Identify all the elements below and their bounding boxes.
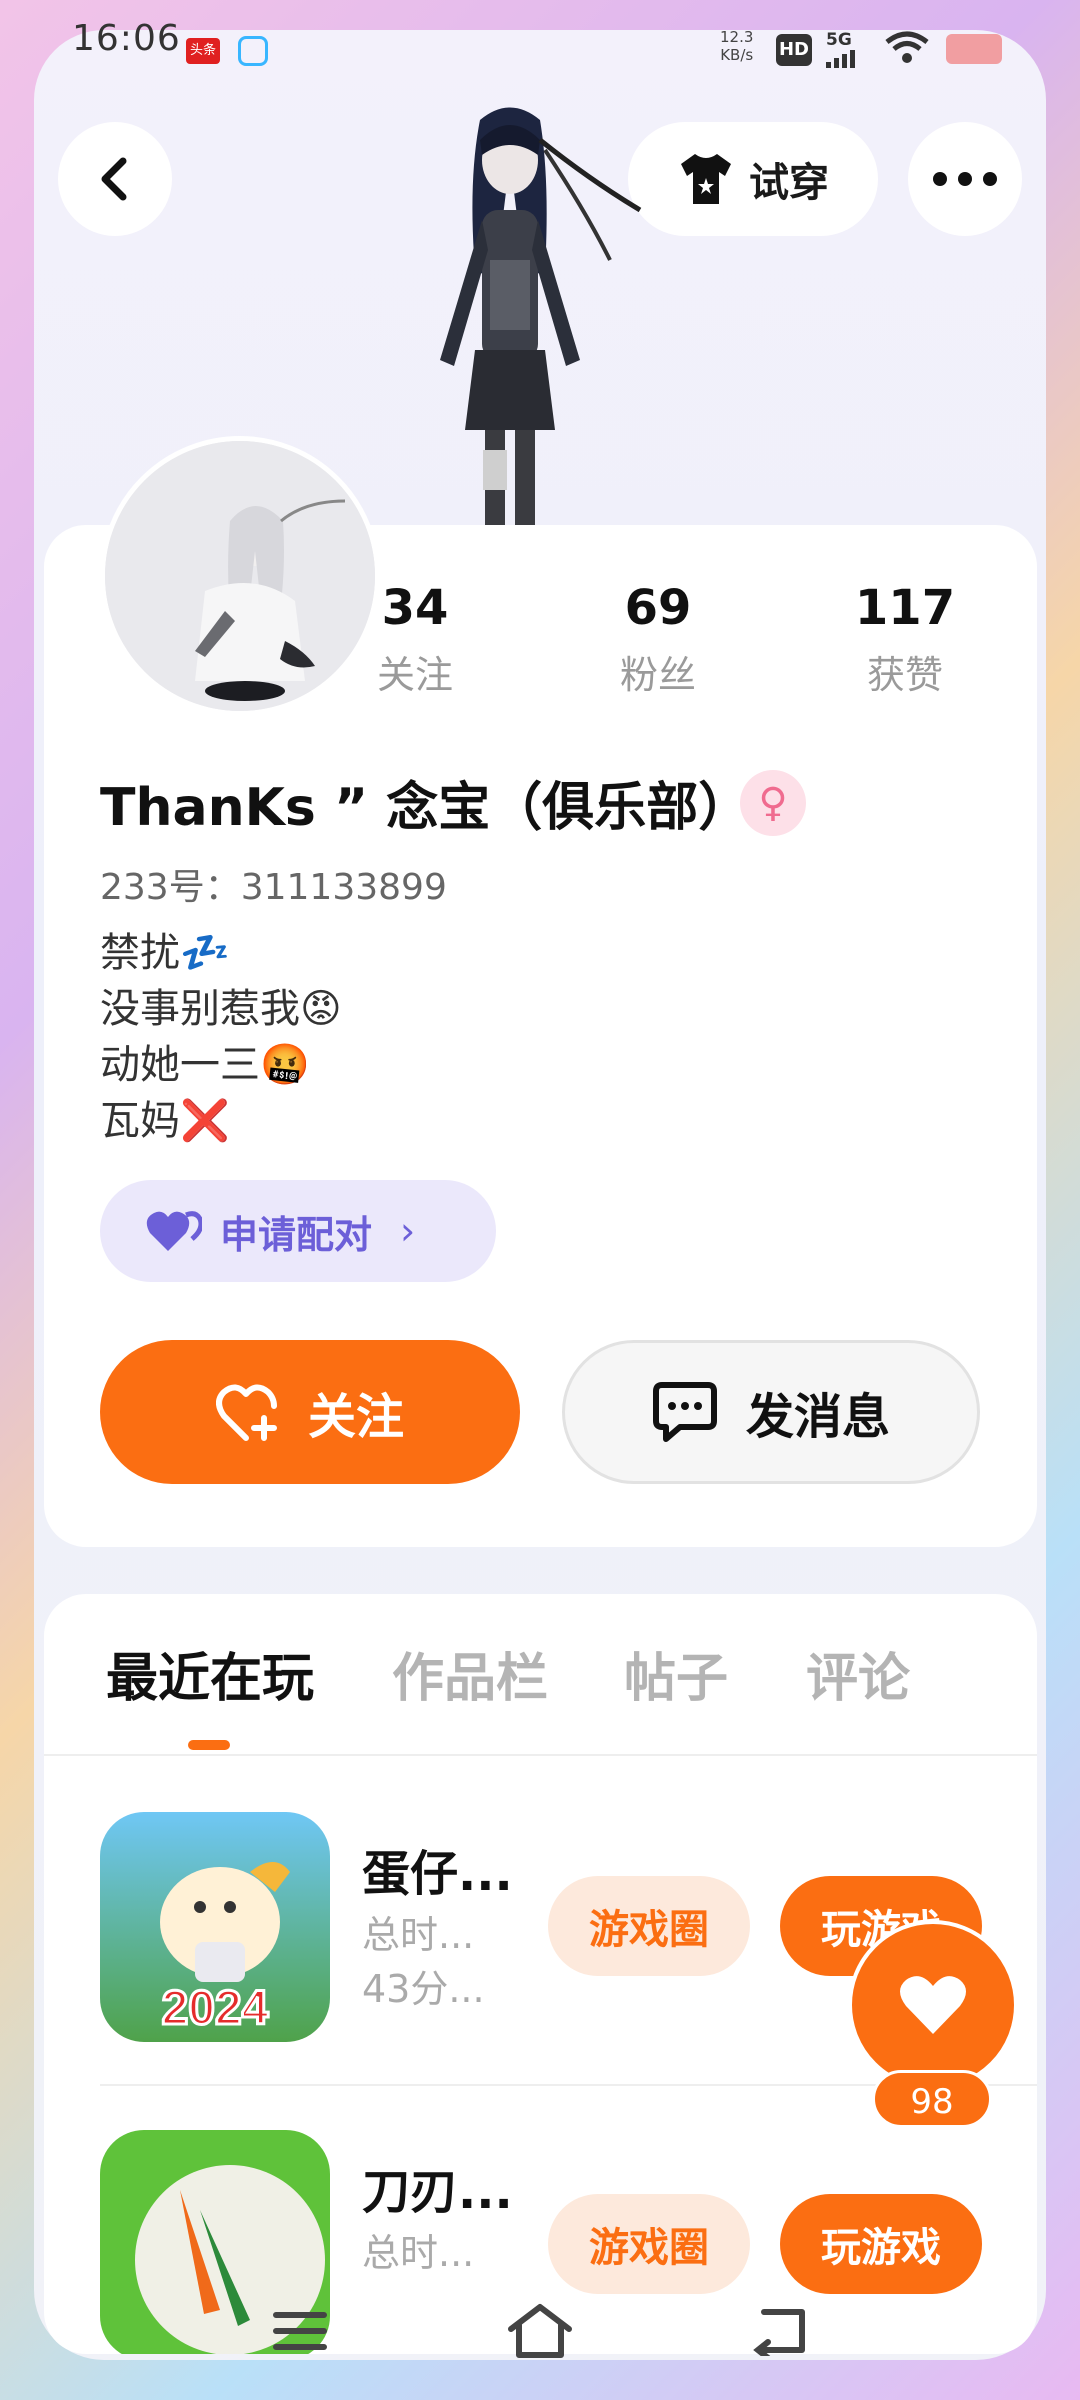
like-count-badge: 98: [872, 2070, 992, 2128]
game-name: 刀刃...: [362, 2164, 513, 2220]
menu-icon[interactable]: [260, 2296, 340, 2366]
chat-bubble-icon: [652, 1382, 717, 1442]
bio: 禁扰💤 没事别惹我😡 动她一三🤬 瓦妈❌: [100, 925, 342, 1149]
follow-button[interactable]: 关注: [100, 1340, 520, 1484]
stat-likes[interactable]: 117 获赞: [815, 580, 995, 699]
follow-label: 关注: [307, 1389, 404, 1445]
status-time: 16:06: [72, 18, 181, 59]
bio-line: 动她一三🤬: [100, 1042, 310, 1088]
tab-works[interactable]: 作品栏: [392, 1636, 548, 1711]
apply-pair-button[interactable]: 申请配对 ›: [100, 1180, 496, 1282]
female-gender-icon: ♀: [740, 770, 806, 836]
tab-posts[interactable]: 帖子: [624, 1636, 728, 1711]
game-icon[interactable]: 2024: [100, 1812, 330, 2042]
heart-plus-icon: [215, 1384, 277, 1441]
game-playtime-label: 总时...: [362, 1913, 475, 1957]
fans-count: 69: [624, 580, 692, 636]
more-button[interactable]: [908, 122, 1022, 236]
hd-icon: HD: [776, 34, 812, 66]
wifi-icon: [884, 30, 930, 68]
stat-fans[interactable]: 69 粉丝: [568, 580, 748, 699]
game-circle-button[interactable]: 游戏圈: [548, 1876, 750, 1976]
character-model: [370, 100, 650, 534]
tab-recently-played[interactable]: 最近在玩: [106, 1636, 314, 1711]
like-button[interactable]: [848, 1920, 1018, 2090]
game-meta: 总时...: [362, 2226, 474, 2280]
following-label: 关注: [376, 653, 453, 697]
heart-icon: [900, 1976, 966, 2034]
game-name: 蛋仔...: [362, 1846, 513, 1902]
game-playtime-value: 43分...: [362, 1967, 485, 2011]
status-bar: 16:06 头条 12.3 KB/s HD 5G: [0, 0, 1080, 70]
stat-following[interactable]: 34 关注: [325, 580, 505, 699]
system-nav-bar: [0, 2278, 1080, 2400]
network-speed: 12.3 KB/s: [720, 28, 753, 64]
likes-count: 117: [854, 580, 956, 636]
app-notification-icon: [238, 36, 268, 66]
network-type: 5G: [826, 30, 852, 50]
more-dots-icon: [933, 172, 997, 186]
user-id: 233号：311133899: [100, 867, 447, 908]
active-tab-indicator: [188, 1740, 230, 1750]
bio-line: 禁扰💤: [100, 930, 230, 976]
following-count: 34: [381, 580, 449, 636]
double-heart-icon: [146, 1211, 202, 1251]
try-on-label: 试穿: [749, 160, 829, 206]
try-on-button[interactable]: 试穿: [628, 122, 878, 236]
nickname: ThanKs ” 念宝（俱乐部）: [100, 778, 751, 838]
tab-bar: 最近在玩 作品栏 帖子 评论: [44, 1594, 1037, 1756]
chevron-right-icon: ›: [400, 1209, 416, 1253]
fans-label: 粉丝: [619, 653, 696, 697]
bio-line: 瓦妈❌: [100, 1098, 230, 1144]
tshirt-icon: [681, 154, 731, 204]
send-message-button[interactable]: 发消息: [562, 1340, 980, 1484]
apply-pair-label: 申请配对: [220, 1212, 373, 1257]
tab-comments[interactable]: 评论: [806, 1636, 910, 1711]
back-nav-icon[interactable]: [740, 2296, 820, 2366]
battery-icon: [946, 34, 1002, 64]
send-message-label: 发消息: [745, 1389, 890, 1445]
likes-label: 获赞: [866, 653, 943, 697]
speed-value: 12.3: [720, 28, 754, 46]
chevron-left-icon: [101, 157, 127, 201]
game-meta: 总时... 43分...: [362, 1908, 485, 2016]
home-icon[interactable]: [500, 2296, 580, 2366]
news-app-icon: 头条: [186, 38, 220, 64]
game-playtime-label: 总时...: [362, 2231, 475, 2275]
speed-unit: KB/s: [720, 46, 754, 64]
signal-icon: 5G: [826, 30, 858, 68]
game-icon-text: 2024: [162, 1982, 269, 2035]
back-button[interactable]: [58, 122, 172, 236]
bio-line: 没事别惹我😡: [100, 986, 342, 1032]
